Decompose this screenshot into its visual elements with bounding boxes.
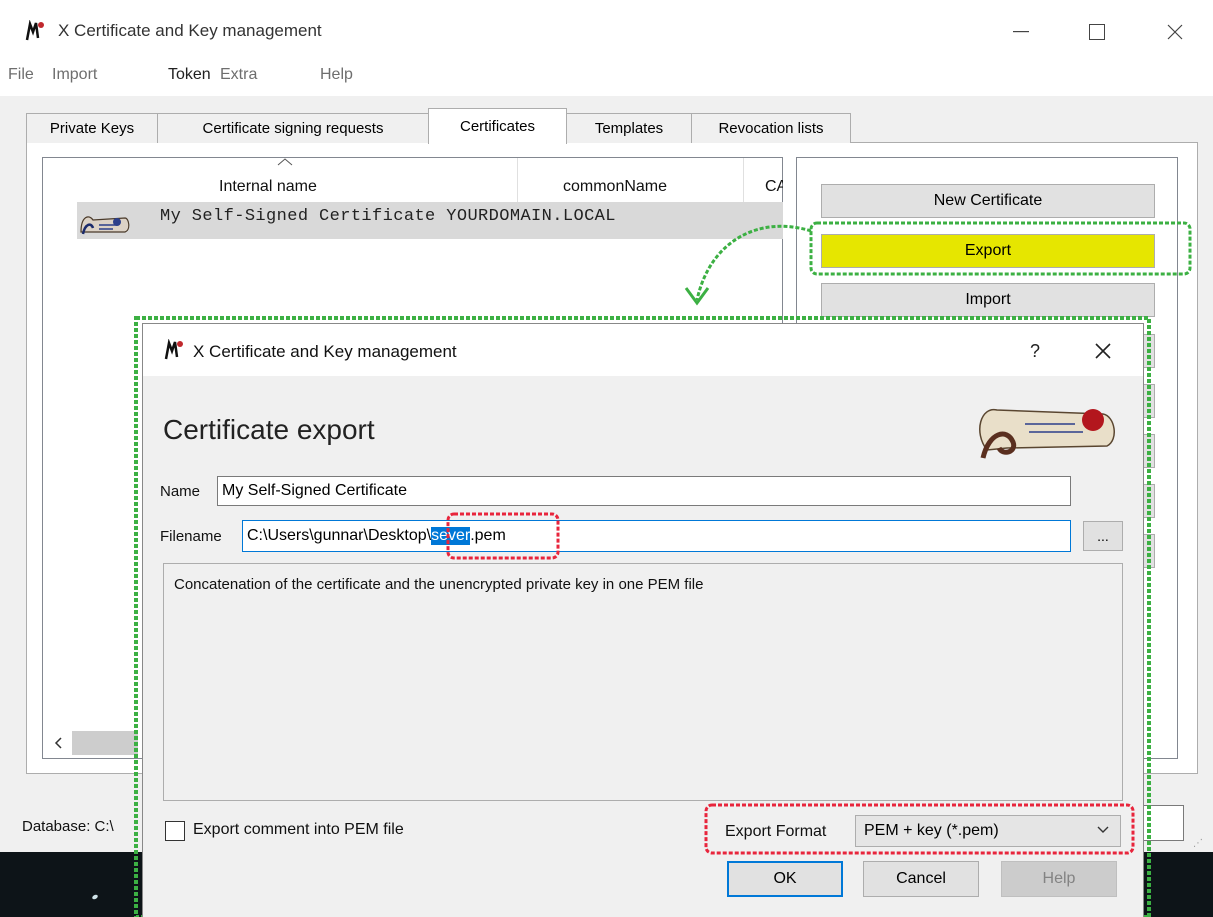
annotation-arrow [695, 224, 812, 301]
export-format-highlight-outline [704, 803, 1135, 855]
certificate-export-dialog: X Certificate and Key management ? Certi… [143, 324, 1143, 917]
tab-certificates[interactable]: Certificates [428, 108, 567, 144]
filename-highlight-outline [446, 512, 560, 560]
red-annotation-overlay [446, 512, 1135, 855]
export-highlight-outline [809, 221, 1192, 276]
